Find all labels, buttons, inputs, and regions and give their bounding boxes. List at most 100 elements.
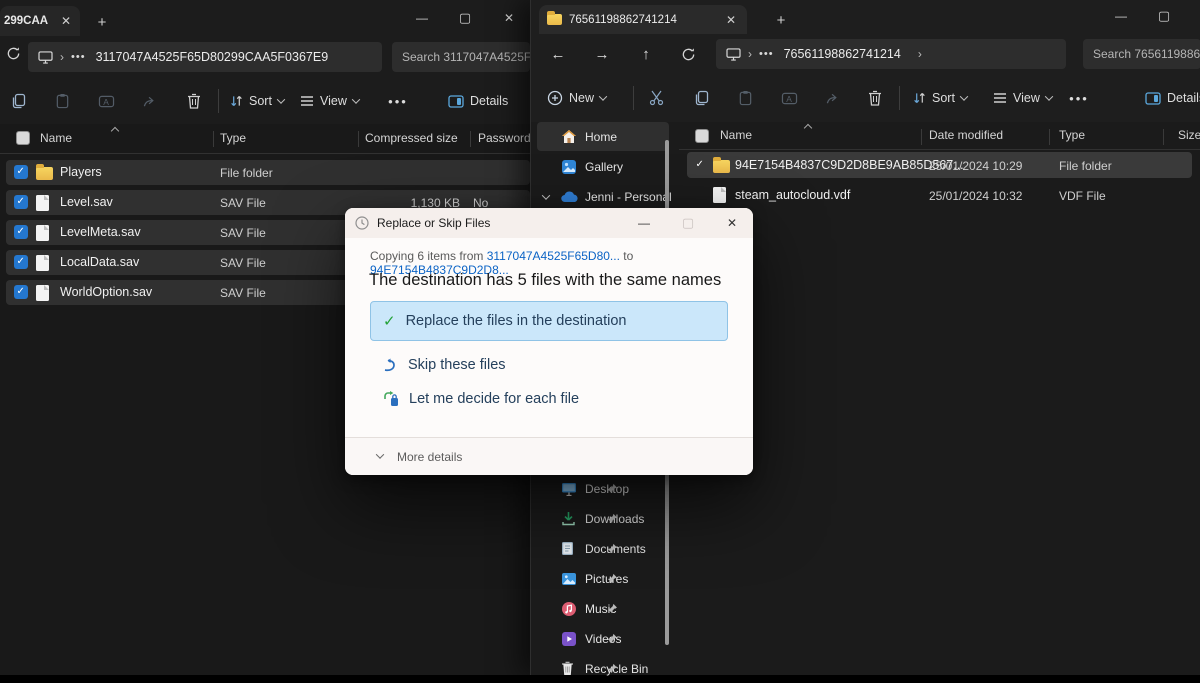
column-header-type[interactable]: Type (1059, 128, 1085, 142)
column-header-compressed-size[interactable]: Compressed size (365, 131, 458, 145)
more-details-button[interactable]: More details (397, 450, 462, 464)
sidebar-item-music[interactable]: Music (537, 594, 669, 623)
back-icon[interactable]: ← (543, 42, 573, 66)
breadcrumb-path[interactable]: 76561198862741214 (784, 47, 901, 61)
option-let-me[interactable]: Let me decide for each file (370, 382, 728, 416)
sidebar-item-pictures[interactable]: Pictures (537, 564, 669, 593)
view-button[interactable]: View (300, 87, 361, 115)
column-divider[interactable] (213, 131, 214, 147)
details-button[interactable]: Details (448, 87, 508, 115)
new-label: New (569, 91, 595, 105)
sidebar-item-jenni-personal[interactable]: Jenni - Personal (537, 182, 672, 211)
column-header-type[interactable]: Type (220, 131, 246, 145)
column-divider[interactable] (921, 129, 922, 145)
sidebar-item-videos[interactable]: Videos (537, 624, 669, 653)
delete-icon[interactable] (859, 84, 891, 112)
rename-icon[interactable]: A (773, 84, 805, 112)
column-header-name[interactable]: Name (720, 128, 752, 142)
details-button[interactable]: Details (1145, 84, 1200, 112)
plus-circle-icon (547, 90, 563, 106)
more-options-icon[interactable]: ••• (382, 87, 414, 115)
dialog-close-button[interactable]: ✕ (717, 211, 747, 235)
details-pane-icon (448, 94, 464, 108)
table-row[interactable]: 94E7154B4837C9D2D8BE9AB85D567... 25/01/20… (687, 152, 1192, 178)
chevron-down-icon[interactable] (541, 190, 551, 200)
minimize-button[interactable]: — (407, 6, 437, 30)
file-icon (36, 195, 49, 211)
column-header-password[interactable]: Password (478, 131, 531, 145)
this-pc-icon[interactable] (38, 50, 53, 64)
paste-icon[interactable] (729, 84, 761, 112)
table-row[interactable]: steam_autocloud.vdf 25/01/2024 10:32 VDF F… (687, 182, 1192, 208)
select-all-checkbox[interactable] (16, 131, 30, 145)
tab-source-folder[interactable]: 299CAA ✕ (0, 6, 80, 36)
column-divider[interactable] (1049, 129, 1050, 145)
maximize-button[interactable]: ▢ (450, 6, 480, 30)
copy-icon[interactable] (685, 84, 717, 112)
minimize-button[interactable]: — (1106, 4, 1136, 28)
breadcrumb-chevron-icon: › (917, 47, 922, 61)
dialog-minimize-button[interactable]: — (629, 211, 659, 235)
cut-icon[interactable] (641, 84, 673, 112)
delete-icon[interactable] (178, 87, 210, 115)
rename-icon[interactable]: A (90, 87, 122, 115)
column-divider[interactable] (1163, 129, 1164, 145)
sidebar-item-home[interactable]: Home (537, 122, 669, 151)
more-options-icon[interactable]: ••• (1063, 84, 1095, 112)
file-list: 94E7154B4837C9D2D8BE9AB85D567... 25/01/20… (679, 152, 1200, 212)
this-pc-icon[interactable] (726, 47, 741, 61)
row-checkbox[interactable] (14, 225, 28, 239)
maximize-button[interactable]: ▢ (1149, 4, 1179, 28)
option-replace-the[interactable]: ✓ Replace the files in the destination (370, 301, 728, 341)
row-checkbox[interactable] (14, 165, 28, 179)
up-icon[interactable]: ↑ (631, 42, 661, 66)
pin-icon (561, 633, 663, 644)
row-checkbox[interactable] (14, 255, 28, 269)
breadcrumb-overflow-icon[interactable]: ••• (759, 48, 774, 60)
share-icon[interactable] (134, 87, 166, 115)
search-text: Search 76561198862741214 (1093, 47, 1200, 61)
sort-button[interactable]: Sort (230, 87, 286, 115)
file-name: WorldOption.sav (60, 285, 153, 299)
new-tab-button[interactable]: + (92, 12, 112, 32)
share-icon[interactable] (817, 84, 849, 112)
column-header-name[interactable]: Name (40, 131, 72, 145)
address-bar[interactable]: › ••• 3117047A4525F65D80299CAA5F0367E9 (28, 42, 382, 72)
row-checkbox[interactable] (14, 285, 28, 299)
file-type: File folder (1059, 158, 1112, 173)
paste-icon[interactable] (46, 87, 78, 115)
breadcrumb-path[interactable]: 3117047A4525F65D80299CAA5F0367E9 (96, 50, 329, 64)
sidebar-item-recycle-bin[interactable]: Recycle Bin (537, 654, 669, 683)
sidebar-item-gallery[interactable]: Gallery (537, 152, 669, 181)
column-header-date-modified[interactable]: Date modified (929, 128, 1003, 142)
file-name: Players (60, 165, 102, 179)
view-button[interactable]: View (993, 84, 1054, 112)
sidebar-item-downloads[interactable]: Downloads (537, 504, 669, 533)
column-header-size[interactable]: Size (1178, 128, 1200, 142)
sort-icon (913, 91, 926, 105)
sort-button[interactable]: Sort (913, 84, 969, 112)
new-button[interactable]: New (547, 84, 608, 112)
tab-destination-folder[interactable]: 76561198862741214 ✕ (539, 5, 747, 34)
tab-close-icon[interactable]: ✕ (58, 13, 74, 29)
close-button[interactable]: ✕ (494, 6, 524, 30)
tab-close-icon[interactable]: ✕ (723, 12, 739, 28)
table-row[interactable]: Players File folder (6, 160, 530, 185)
sidebar-item-desktop[interactable]: Desktop (537, 474, 669, 503)
option-skip-these[interactable]: Skip these files (370, 348, 728, 382)
forward-icon[interactable]: → (587, 42, 617, 66)
row-checkbox[interactable] (14, 195, 28, 209)
refresh-icon[interactable] (6, 46, 21, 61)
refresh-icon[interactable] (673, 42, 703, 66)
sidebar-item-documents[interactable]: Documents (537, 534, 669, 563)
copy-icon[interactable] (2, 87, 34, 115)
column-divider[interactable] (470, 131, 471, 147)
search-input[interactable]: Search 76561198862741214 (1083, 39, 1200, 69)
select-all-checkbox[interactable] (695, 129, 709, 143)
column-divider[interactable] (358, 131, 359, 147)
source-path-link[interactable]: 3117047A4525F65D80... (487, 249, 620, 263)
address-bar[interactable]: › ••• 76561198862741214 › (716, 39, 1066, 69)
search-input[interactable]: Search 3117047A4525F65D80299CAA5F0367E9 (392, 42, 530, 72)
breadcrumb-overflow-icon[interactable]: ••• (71, 51, 86, 63)
new-tab-button[interactable]: + (771, 10, 791, 30)
